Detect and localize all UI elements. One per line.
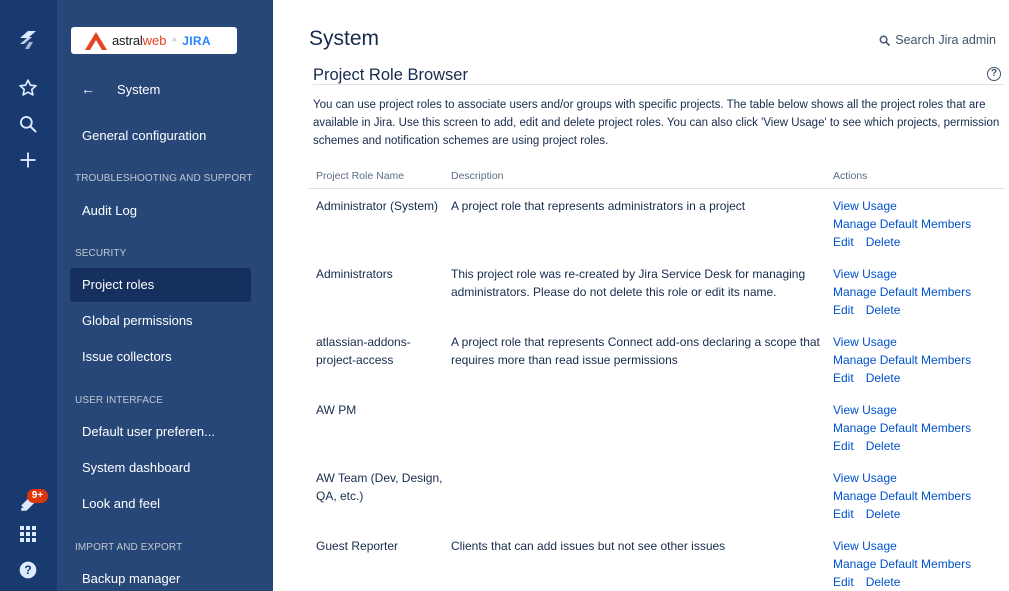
sidebar-item-issue-collectors[interactable]: Issue collectors (70, 340, 251, 374)
section-title: Project Role Browser (313, 66, 468, 84)
sidebar-item-audit-log[interactable]: Audit Log (70, 194, 251, 228)
delete-link[interactable]: Delete (866, 371, 901, 385)
column-header-description: Description (451, 170, 504, 182)
delete-link[interactable]: Delete (866, 507, 901, 521)
role-description: A project role that represents Connect a… (451, 335, 820, 367)
delete-link[interactable]: Delete (866, 303, 901, 317)
intro-text: You can use project roles to associate u… (313, 99, 1000, 147)
role-actions: View Usage Manage Default Members Edit De… (833, 469, 1005, 523)
brand-product: JIRA (182, 33, 211, 48)
search-icon[interactable] (14, 110, 42, 138)
sidebar-item-system-dashboard[interactable]: System dashboard (70, 451, 251, 485)
sidebar-item-general-configuration[interactable]: General configuration (70, 119, 251, 153)
column-header-actions: Actions (833, 170, 868, 182)
role-actions: View Usage Manage Default Members Edit De… (833, 197, 1005, 251)
sidebar-section-security: SECURITY (75, 248, 127, 259)
brand-logo[interactable]: astral web × JIRA (71, 27, 237, 54)
table-row: atlassian-addons-project-access A projec… (309, 333, 1005, 401)
view-usage-link[interactable]: View Usage (833, 333, 1005, 351)
view-usage-link[interactable]: View Usage (833, 265, 1005, 283)
brand-name-part1: astral (112, 33, 143, 48)
astralweb-logo-icon (85, 31, 107, 50)
view-usage-link[interactable]: View Usage (833, 401, 1005, 419)
sidebar-item-look-and-feel[interactable]: Look and feel (70, 487, 251, 521)
role-description: Clients that can add issues but not see … (451, 539, 726, 553)
sidebar-item-backup-manager[interactable]: Backup manager (70, 562, 251, 591)
jira-logo-icon[interactable] (14, 26, 42, 54)
manage-default-members-link[interactable]: Manage Default Members (833, 283, 1005, 301)
table-row: Administrators This project role was re-… (309, 265, 1005, 333)
role-description: A project role that represents administr… (451, 199, 746, 213)
role-name: Administrators (316, 267, 393, 281)
sidebar-item-global-permissions[interactable]: Global permissions (70, 304, 251, 338)
help-circle-icon[interactable]: ? (987, 67, 1001, 81)
table-row: Administrator (System) A project role th… (309, 197, 1005, 265)
back-arrow-icon[interactable]: ← (81, 81, 97, 97)
admin-sidebar: astral web × JIRA ← System General config… (57, 0, 273, 591)
create-plus-icon[interactable] (14, 146, 42, 174)
edit-link[interactable]: Edit (833, 303, 854, 317)
sidebar-item-project-roles[interactable]: Project roles (70, 268, 251, 302)
notifications-badge: 9+ (27, 489, 48, 503)
role-name: Guest Reporter (316, 539, 399, 553)
manage-default-members-link[interactable]: Manage Default Members (833, 351, 1005, 369)
sidebar-item-default-user-preferences[interactable]: Default user preferen... (70, 415, 251, 449)
table-row: Guest Reporter Clients that can add issu… (309, 537, 1005, 591)
back-label: System (117, 81, 161, 97)
back-to-system[interactable]: ← System (81, 79, 160, 99)
manage-default-members-link[interactable]: Manage Default Members (833, 487, 1005, 505)
table-row: AW Team (Dev, Design, QA, etc.) View Usa… (309, 469, 1005, 537)
brand-name-part2: web (142, 33, 167, 48)
role-actions: View Usage Manage Default Members Edit De… (833, 537, 1005, 591)
view-usage-link[interactable]: View Usage (833, 537, 1005, 555)
sidebar-section-troubleshooting: TROUBLESHOOTING AND SUPPORT (75, 173, 253, 184)
edit-link[interactable]: Edit (833, 439, 854, 453)
global-navigation-rail: 9+ ? (0, 0, 57, 591)
table-row: AW PM View Usage Manage Default Members … (309, 401, 1005, 469)
role-name: atlassian-addons-project-access (316, 335, 411, 367)
edit-link[interactable]: Edit (833, 371, 854, 385)
svg-text:?: ? (24, 564, 31, 577)
brand-separator: × (171, 35, 178, 46)
search-admin-icon (879, 35, 891, 46)
table-header: Project Role Name Description Actions (309, 169, 1005, 189)
search-jira-admin[interactable]: Search Jira admin (879, 33, 996, 47)
help-icon[interactable]: ? (14, 556, 42, 584)
role-name: AW Team (Dev, Design, QA, etc.) (316, 471, 443, 503)
search-admin-label: Search Jira admin (895, 33, 996, 47)
manage-default-members-link[interactable]: Manage Default Members (833, 555, 1005, 573)
role-actions: View Usage Manage Default Members Edit De… (833, 265, 1005, 319)
edit-link[interactable]: Edit (833, 235, 854, 249)
delete-link[interactable]: Delete (866, 235, 901, 249)
edit-link[interactable]: Edit (833, 575, 854, 589)
role-actions: View Usage Manage Default Members Edit De… (833, 333, 1005, 387)
role-description: This project role was re-created by Jira… (451, 267, 806, 299)
manage-default-members-link[interactable]: Manage Default Members (833, 419, 1005, 437)
app-switcher-icon[interactable] (14, 520, 42, 548)
view-usage-link[interactable]: View Usage (833, 197, 1005, 215)
main-content: System Search Jira admin Project Role Br… (273, 0, 1009, 591)
view-usage-link[interactable]: View Usage (833, 469, 1005, 487)
sidebar-section-user-interface: USER INTERFACE (75, 395, 164, 406)
manage-default-members-link[interactable]: Manage Default Members (833, 215, 1005, 233)
sidebar-section-import-export: IMPORT AND EXPORT (75, 542, 183, 553)
delete-link[interactable]: Delete (866, 439, 901, 453)
edit-link[interactable]: Edit (833, 507, 854, 521)
section-header: Project Role Browser ? (313, 66, 1003, 85)
role-actions: View Usage Manage Default Members Edit De… (833, 401, 1005, 455)
delete-link[interactable]: Delete (866, 575, 901, 589)
column-header-name: Project Role Name (316, 170, 405, 182)
role-name: AW PM (316, 403, 357, 417)
page-title: System (309, 27, 380, 50)
starred-icon[interactable] (14, 74, 42, 102)
role-name: Administrator (System) (316, 199, 439, 213)
